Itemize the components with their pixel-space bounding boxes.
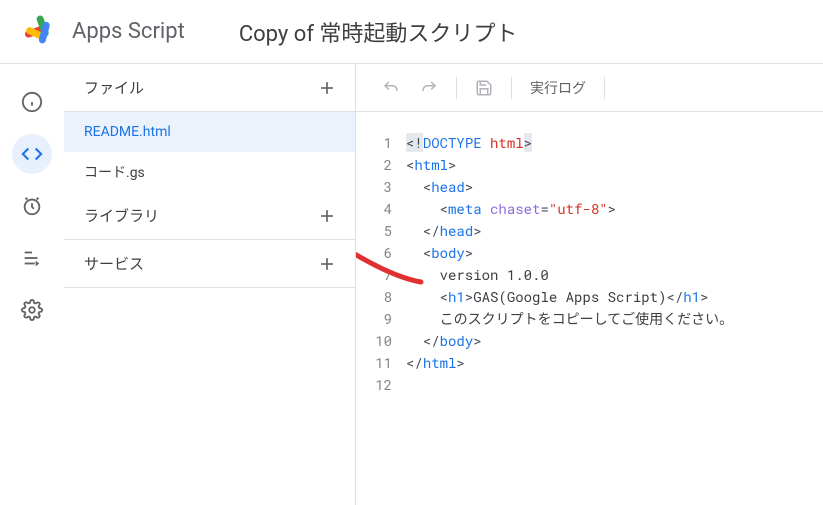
line-number: 4	[356, 198, 406, 220]
code-line: 5 </head>	[356, 220, 823, 242]
code-line: 6 <body>	[356, 242, 823, 264]
brand-name: Apps Script	[72, 19, 185, 44]
add-service-button[interactable]	[313, 250, 341, 278]
code-line: 12	[356, 374, 823, 396]
code-editor[interactable]: 1<!DOCTYPE html>2<html>3 <head>4 <meta c…	[356, 112, 823, 505]
line-number: 3	[356, 176, 406, 198]
line-number: 2	[356, 154, 406, 176]
triggers-icon[interactable]	[12, 186, 52, 226]
code-line: 10 </body>	[356, 330, 823, 352]
services-header: サービス	[64, 240, 355, 288]
services-label: サービス	[84, 253, 144, 274]
line-number: 1	[356, 132, 406, 154]
add-file-button[interactable]	[313, 74, 341, 102]
line-number: 10	[356, 330, 406, 352]
editor-toolbar: 実行ログ	[356, 64, 823, 112]
toolbar-divider	[456, 77, 457, 99]
code-line: 11</html>	[356, 352, 823, 374]
line-number: 8	[356, 286, 406, 308]
code-line: 8 <h1>GAS(Google Apps Script)</h1>	[356, 286, 823, 308]
libraries-label: ライブラリ	[84, 205, 159, 226]
editor-icon[interactable]	[12, 134, 52, 174]
run-log-button[interactable]: 実行ログ	[520, 78, 596, 98]
code-line: 3 <head>	[356, 176, 823, 198]
save-button[interactable]	[465, 70, 503, 106]
toolbar-divider	[604, 77, 605, 99]
redo-button[interactable]	[410, 70, 448, 106]
line-number: 5	[356, 220, 406, 242]
executions-icon[interactable]	[12, 238, 52, 278]
line-number: 11	[356, 352, 406, 374]
code-line: 4 <meta chaset="utf-8">	[356, 198, 823, 220]
apps-script-logo-icon	[18, 12, 58, 52]
editor-pane: 実行ログ 1<!DOCTYPE html>2<html>3 <head>4 <m…	[356, 64, 823, 505]
code-line: 1<!DOCTYPE html>	[356, 132, 823, 154]
libraries-header: ライブラリ	[64, 192, 355, 240]
left-rail	[0, 64, 64, 505]
sidebar: ファイル README.htmlコード.gs ライブラリ サービス	[64, 64, 356, 505]
overview-icon[interactable]	[12, 82, 52, 122]
project-title[interactable]: Copy of 常時起動スクリプト	[239, 16, 518, 48]
toolbar-divider	[511, 77, 512, 99]
files-header: ファイル	[64, 64, 355, 112]
code-line: 9 このスクリプトをコピーしてご使用ください。	[356, 308, 823, 330]
undo-button[interactable]	[372, 70, 410, 106]
file-list: README.htmlコード.gs	[64, 112, 355, 192]
header: Apps Script Copy of 常時起動スクリプト	[0, 0, 823, 64]
line-number: 6	[356, 242, 406, 264]
add-library-button[interactable]	[313, 202, 341, 230]
files-label: ファイル	[84, 77, 144, 98]
code-line: 7 version 1.0.0	[356, 264, 823, 286]
line-number: 9	[356, 308, 406, 330]
line-number: 12	[356, 374, 406, 396]
line-number: 7	[356, 264, 406, 286]
file-item[interactable]: README.html	[64, 112, 355, 152]
file-item[interactable]: コード.gs	[64, 152, 355, 192]
code-line: 2<html>	[356, 154, 823, 176]
settings-icon[interactable]	[12, 290, 52, 330]
